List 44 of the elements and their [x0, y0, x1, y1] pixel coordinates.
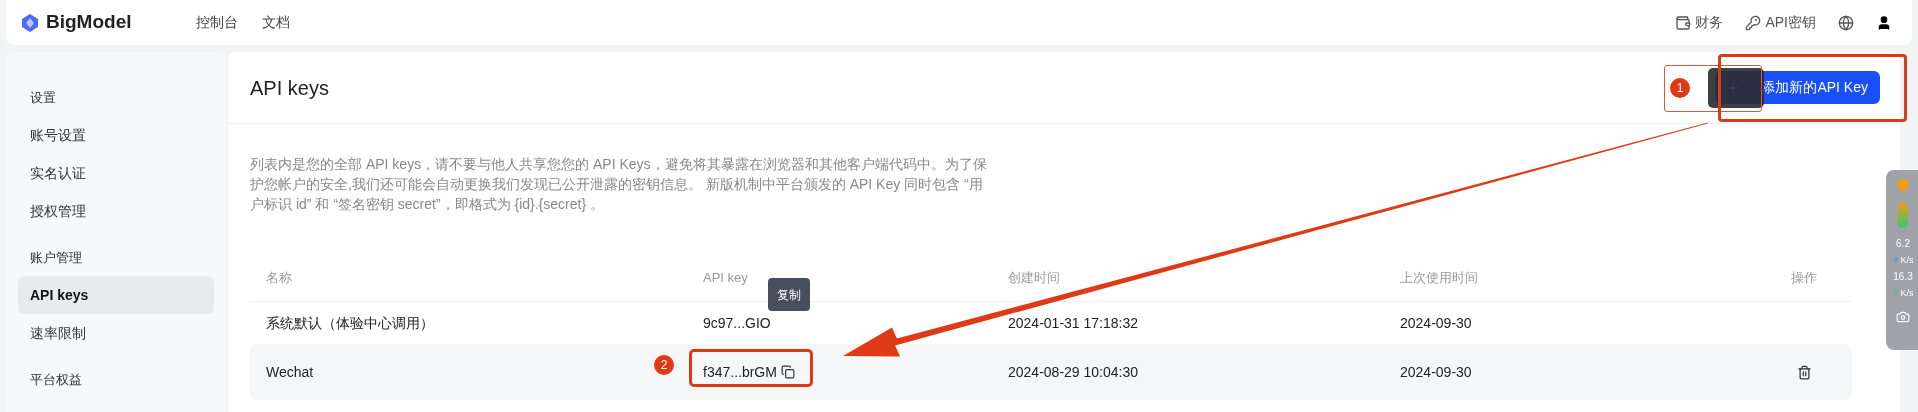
user-icon[interactable] — [1876, 14, 1892, 31]
upload-speed: 6.2 — [1896, 238, 1910, 249]
table-cell-text: 2024-01-31 17:18:32 — [1007, 313, 1139, 333]
description-text: 列表内是您的全部 API keys，请不要与他人共享您您的 API Keys，避免将其暴露在浏览器和其他客户端代码中。为了保护您帐户的安全,我们还可能会自动更换我们发现已公开泄露的密钥信息。 新版机制中平台颁发的 API Key 同时包含 “用户标识 id” 和 “签名密钥 secret”，即格式为 {id}.{secret} 。 — [250, 155, 988, 214]
table-cell-text: 2024-09-30 — [1399, 362, 1473, 382]
sidebar-item[interactable]: API keys — [18, 276, 214, 314]
shield-icon — [1896, 178, 1910, 192]
speed-unit: K/s — [1900, 255, 1914, 265]
wallet-icon — [1675, 14, 1692, 31]
sidebar-item[interactable]: 账号设置 — [18, 116, 214, 154]
finance-link[interactable]: 财务 — [1695, 12, 1724, 33]
nav-link[interactable]: 文档 — [261, 12, 290, 33]
table-cell-text: 2024-08-29 10:04:30 — [1007, 362, 1139, 382]
api-key-link[interactable]: API密钥 — [1765, 12, 1816, 33]
sidebar-item[interactable]: 授权管理 — [18, 192, 214, 230]
column-header: 名称 — [265, 268, 293, 287]
table-cell-text: 系统默认（体验中心调用） — [266, 313, 434, 333]
logo-text: BigModel — [46, 10, 132, 35]
column-header: API key — [702, 268, 749, 287]
speed-unit: K/s — [1900, 288, 1914, 298]
key-icon — [1745, 14, 1762, 31]
logo-icon — [20, 12, 40, 33]
globe-icon[interactable] — [1838, 14, 1854, 31]
sidebar-item[interactable]: 速率限制 — [18, 314, 214, 352]
down-arrow-icon — [1892, 289, 1901, 297]
table-cell-text: Wechat — [266, 362, 314, 382]
sidebar-group-title: 设置 — [29, 89, 57, 108]
download-speed: 16.3 — [1893, 271, 1913, 282]
delete-icon[interactable] — [1797, 364, 1812, 380]
copy-icon[interactable] — [780, 365, 795, 379]
sidebar-group-title: 平台权益 — [29, 371, 83, 390]
column-header: 创建时间 — [1007, 268, 1061, 287]
table-cell-text: 9c97...GIO — [703, 313, 771, 333]
sidebar-group-title: 账户管理 — [29, 249, 83, 268]
tooltip: 复制 — [768, 278, 810, 311]
column-header: 上次使用时间 — [1399, 268, 1479, 287]
column-header: 操作 — [1790, 268, 1818, 287]
page-title: API keys — [250, 75, 329, 101]
table-cell-text: 2024-09-30 — [1399, 313, 1473, 333]
sidebar-item[interactable]: 实名认证 — [18, 154, 214, 192]
nav-link[interactable]: 控制台 — [195, 12, 238, 33]
up-arrow-icon — [1892, 256, 1901, 264]
table-cell-text: f347...brGM — [703, 362, 777, 382]
tooltip-overlay — [1708, 68, 1764, 108]
